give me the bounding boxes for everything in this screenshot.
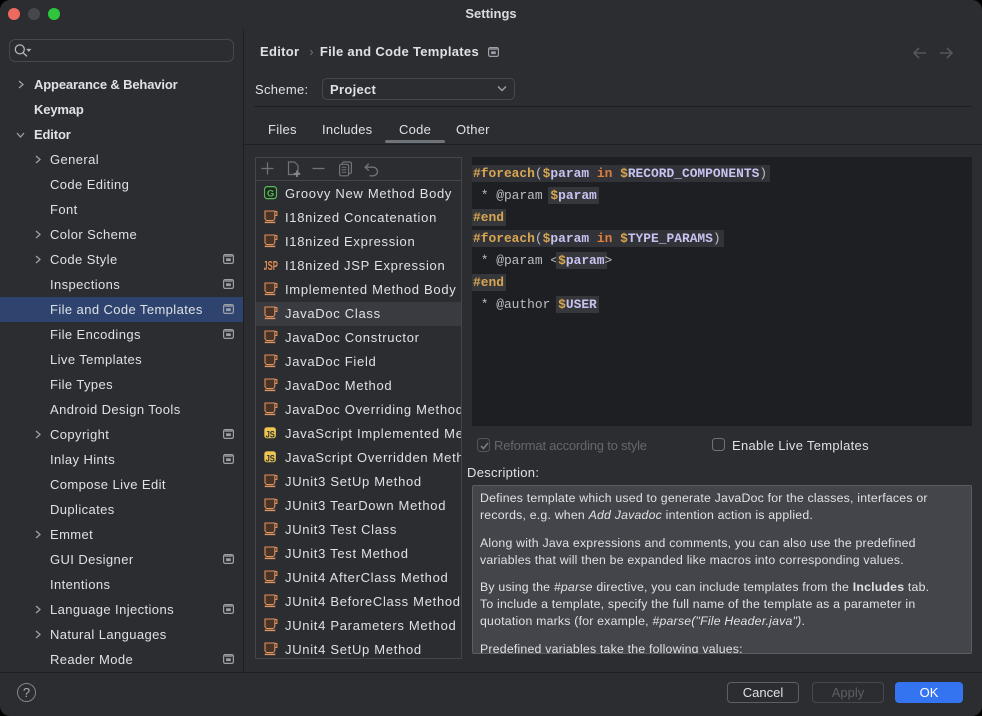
svg-text:G: G — [267, 188, 274, 199]
svg-text:JSP: JSP — [264, 261, 278, 272]
svg-text:JS: JS — [266, 428, 276, 439]
svg-text:JS: JS — [266, 452, 276, 463]
